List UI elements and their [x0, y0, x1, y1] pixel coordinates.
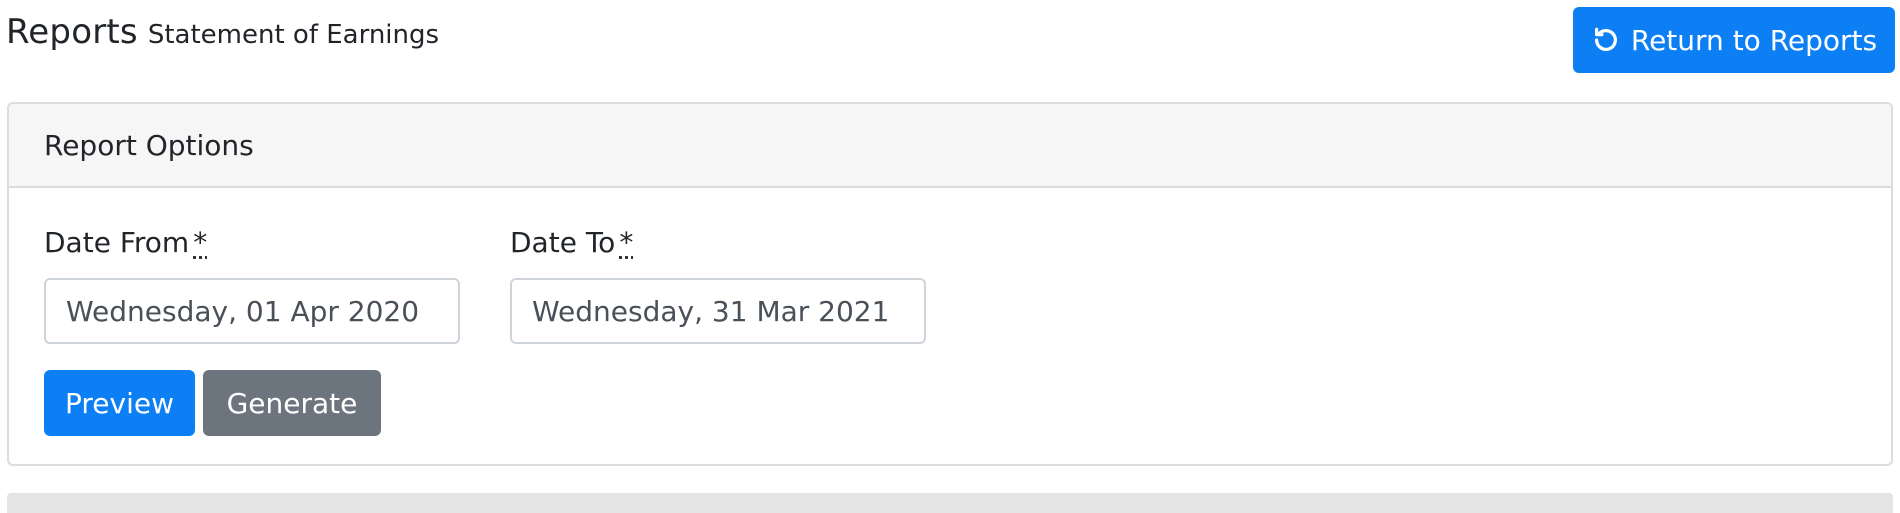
report-actions: Preview Generate — [44, 370, 381, 436]
next-panel-edge — [7, 493, 1893, 513]
preview-button[interactable]: Preview — [44, 370, 195, 436]
card-title: Report Options — [44, 128, 254, 162]
date-from-label-text: Date From — [44, 226, 190, 259]
date-from-label: Date From * — [44, 226, 207, 259]
page-title: Reports — [6, 12, 138, 52]
date-to-label: Date To * — [510, 226, 633, 259]
required-marker: * — [619, 226, 634, 259]
undo-arrow-icon — [1591, 25, 1621, 55]
card-body: Date From* Date To* Preview Generate — [9, 188, 1891, 464]
report-options-card: Report Options Date From* Date To* Previ… — [7, 102, 1893, 466]
return-to-reports-button[interactable]: Return to Reports — [1573, 7, 1895, 73]
date-to-label-text: Date To — [510, 226, 616, 259]
return-to-reports-label: Return to Reports — [1630, 23, 1878, 57]
date-from-input[interactable] — [44, 278, 460, 344]
required-marker: * — [193, 226, 208, 259]
page-header: Reports Statement of Earnings — [6, 12, 439, 52]
card-header: Report Options — [9, 104, 1891, 188]
date-to-input[interactable] — [510, 278, 926, 344]
page-subtitle: Statement of Earnings — [147, 20, 440, 50]
generate-button[interactable]: Generate — [203, 370, 381, 436]
